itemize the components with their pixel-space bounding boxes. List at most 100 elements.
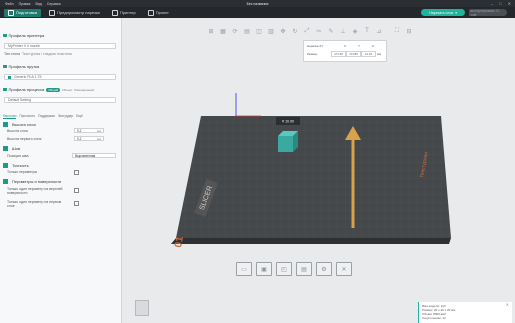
single-wall-top-checkbox[interactable] <box>74 188 79 193</box>
split-view-icon[interactable]: ⊟ <box>404 26 414 36</box>
size-y-input[interactable]: 174.85 <box>346 51 361 57</box>
filament-select[interactable]: Generic PLA 1.75 <box>4 74 116 80</box>
close-icon[interactable]: ✕ <box>508 1 511 6</box>
filament-section-header: Профиль прутка <box>3 64 39 69</box>
printer-icon <box>111 9 118 16</box>
plate-delete-icon[interactable]: ✕ <box>336 262 352 276</box>
window-title: Без названия <box>246 1 269 6</box>
process-icon <box>3 87 7 92</box>
add-object-icon[interactable]: ⊞ <box>206 26 216 36</box>
popup-row1-label: Нарезка XY <box>307 44 324 48</box>
tab-extruder[interactable]: Экструдер <box>58 114 73 119</box>
layers-icon[interactable]: ▥ <box>266 26 276 36</box>
y-axis-label: Y <box>358 44 361 48</box>
bed-type-select[interactable]: Текстурная / гладкая пластина <box>22 52 72 56</box>
arrange-icon[interactable]: ▤ <box>242 26 252 36</box>
tab-support[interactable]: Поддержка <box>38 114 55 119</box>
paint-icon[interactable]: ✎ <box>326 26 336 36</box>
precision-checkbox[interactable] <box>3 163 8 168</box>
seam-checkbox[interactable] <box>3 146 8 151</box>
process-select[interactable]: Default Setting <box>4 97 116 103</box>
3d-viewport[interactable]: # 10.00 SLICER 01 Текстурная <box>121 18 515 323</box>
home-icon <box>8 9 14 16</box>
filament-color-swatch[interactable] <box>8 75 11 79</box>
close-info-icon[interactable]: ✕ <box>506 303 509 307</box>
process-section-header: Профиль процесса Общий Объект Расширенны… <box>3 87 94 92</box>
layer-height-header: Высота слоя <box>3 122 36 127</box>
fit-view-icon[interactable]: ⛶ <box>392 26 402 36</box>
size-unit: мм <box>377 52 382 56</box>
process-advanced-toggle[interactable]: Расширенный <box>74 88 94 92</box>
tab-preview[interactable]: Предпросмотр нарезки <box>45 9 104 17</box>
walls-checkbox[interactable] <box>3 179 8 184</box>
orient-icon[interactable]: ⟳ <box>230 26 240 36</box>
layer-height-unit: мм <box>97 129 102 133</box>
tab-printer[interactable]: Принтер <box>108 9 140 17</box>
move-icon[interactable]: ✥ <box>278 26 288 36</box>
preview-icon <box>49 9 56 16</box>
walls-header: Периметры и поверхности <box>3 179 61 184</box>
plate-orient-icon[interactable]: ◰ <box>276 262 292 276</box>
layer-height-checkbox[interactable] <box>3 122 8 127</box>
x-axis-label: X <box>344 44 347 48</box>
view-toolbar: ⊞ ▦ ⟳ ▤ ◫ ▥ ✥ ↻ ⤢ ✂ ✎ ⊥ ◈ T ⊿ ⛶ ⊟ <box>206 26 414 36</box>
scale-popup: Нарезка XY X Y Z Размер 171.48 174.85 12… <box>303 40 387 62</box>
cut-icon[interactable]: ✂ <box>314 26 324 36</box>
bed-type-row: Тип стола Текстурная / гладкая пластина <box>4 52 72 56</box>
z-axis-label: Z <box>372 44 374 48</box>
info-line-4: Треугольники: 12 <box>422 316 446 320</box>
size-z-input[interactable]: 12.32 <box>361 51 376 57</box>
tab-project[interactable]: Проект <box>144 9 173 17</box>
printer-icon <box>3 33 7 38</box>
text-icon[interactable]: T <box>362 26 372 36</box>
process-object-toggle[interactable]: Объект <box>62 88 72 92</box>
title-bar: Файл Правка Вид Справка Без названия – □… <box>0 0 515 7</box>
plate-arrange-icon[interactable]: ▣ <box>256 262 272 276</box>
scale-icon[interactable]: ⤢ <box>302 26 312 36</box>
seam-header: Шов <box>3 146 20 151</box>
settings-sidebar: Профиль принтера MyPrinter 0.4 nozzle Ти… <box>0 18 122 323</box>
precision-label: Только периметры <box>7 170 38 174</box>
single-wall-top-label: Только один периметр на верхней поверхно… <box>7 187 63 195</box>
seam-icon[interactable]: ◈ <box>350 26 360 36</box>
model-cube[interactable] <box>278 131 298 152</box>
support-icon[interactable]: ⊥ <box>338 26 348 36</box>
printer-select[interactable]: MyPrinter 0.4 nozzle <box>4 43 116 49</box>
process-global-toggle[interactable]: Общий <box>46 87 61 92</box>
plate-settings-icon[interactable]: ▭ <box>236 262 252 276</box>
menu-edit[interactable]: Правка <box>19 2 31 6</box>
object-info-panel: Имя модели: Куб Размер: 20 x 20 x 20 мм … <box>418 302 512 323</box>
printer-section-header: Профиль принтера <box>3 33 44 38</box>
tab-quality[interactable]: Качество <box>3 114 17 119</box>
menu-view[interactable]: Вид <box>35 2 41 6</box>
seam-position-select[interactable]: Выровненная <box>72 153 116 158</box>
measure-icon[interactable]: ⊿ <box>374 26 384 36</box>
precision-option-checkbox[interactable] <box>74 170 79 175</box>
project-icon <box>147 9 154 16</box>
object-size-text: # 10.00 <box>282 120 294 124</box>
export-gcode-button[interactable]: Экспортировать G-code <box>469 9 507 17</box>
rotate-icon[interactable]: ↻ <box>290 26 300 36</box>
tab-strength[interactable]: Прочность <box>19 114 35 119</box>
process-tabs: Качество Прочность Поддержка Экструдер Е… <box>3 114 83 119</box>
navigation-cube[interactable] <box>135 300 149 316</box>
size-x-input[interactable]: 171.48 <box>331 51 346 57</box>
plate-toolbar: ▭ ▣ ◰ ▤ ⚙ ✕ <box>236 262 352 276</box>
popup-row2-label: Размер <box>307 52 318 56</box>
menu-help[interactable]: Справка <box>47 2 61 6</box>
slice-button[interactable]: Нарезать слои ▾ <box>421 9 465 16</box>
plate-lock-icon[interactable]: ▤ <box>296 262 312 276</box>
build-plate-grid <box>176 116 451 238</box>
window-controls: – □ ✕ <box>491 1 511 6</box>
menu-file[interactable]: Файл <box>5 2 14 6</box>
tab-prepare[interactable]: Подготовка <box>4 8 42 17</box>
first-layer-unit: мм <box>97 137 102 141</box>
single-wall-first-checkbox[interactable] <box>74 201 79 206</box>
maximize-icon[interactable]: □ <box>499 1 501 6</box>
build-plate-edge <box>171 238 451 244</box>
plate-gear-icon[interactable]: ⚙ <box>316 262 332 276</box>
plate-grid-icon[interactable]: ▦ <box>218 26 228 36</box>
tab-more[interactable]: Ещё <box>76 114 83 119</box>
minimize-icon[interactable]: – <box>491 1 493 6</box>
split-icon[interactable]: ◫ <box>254 26 264 36</box>
